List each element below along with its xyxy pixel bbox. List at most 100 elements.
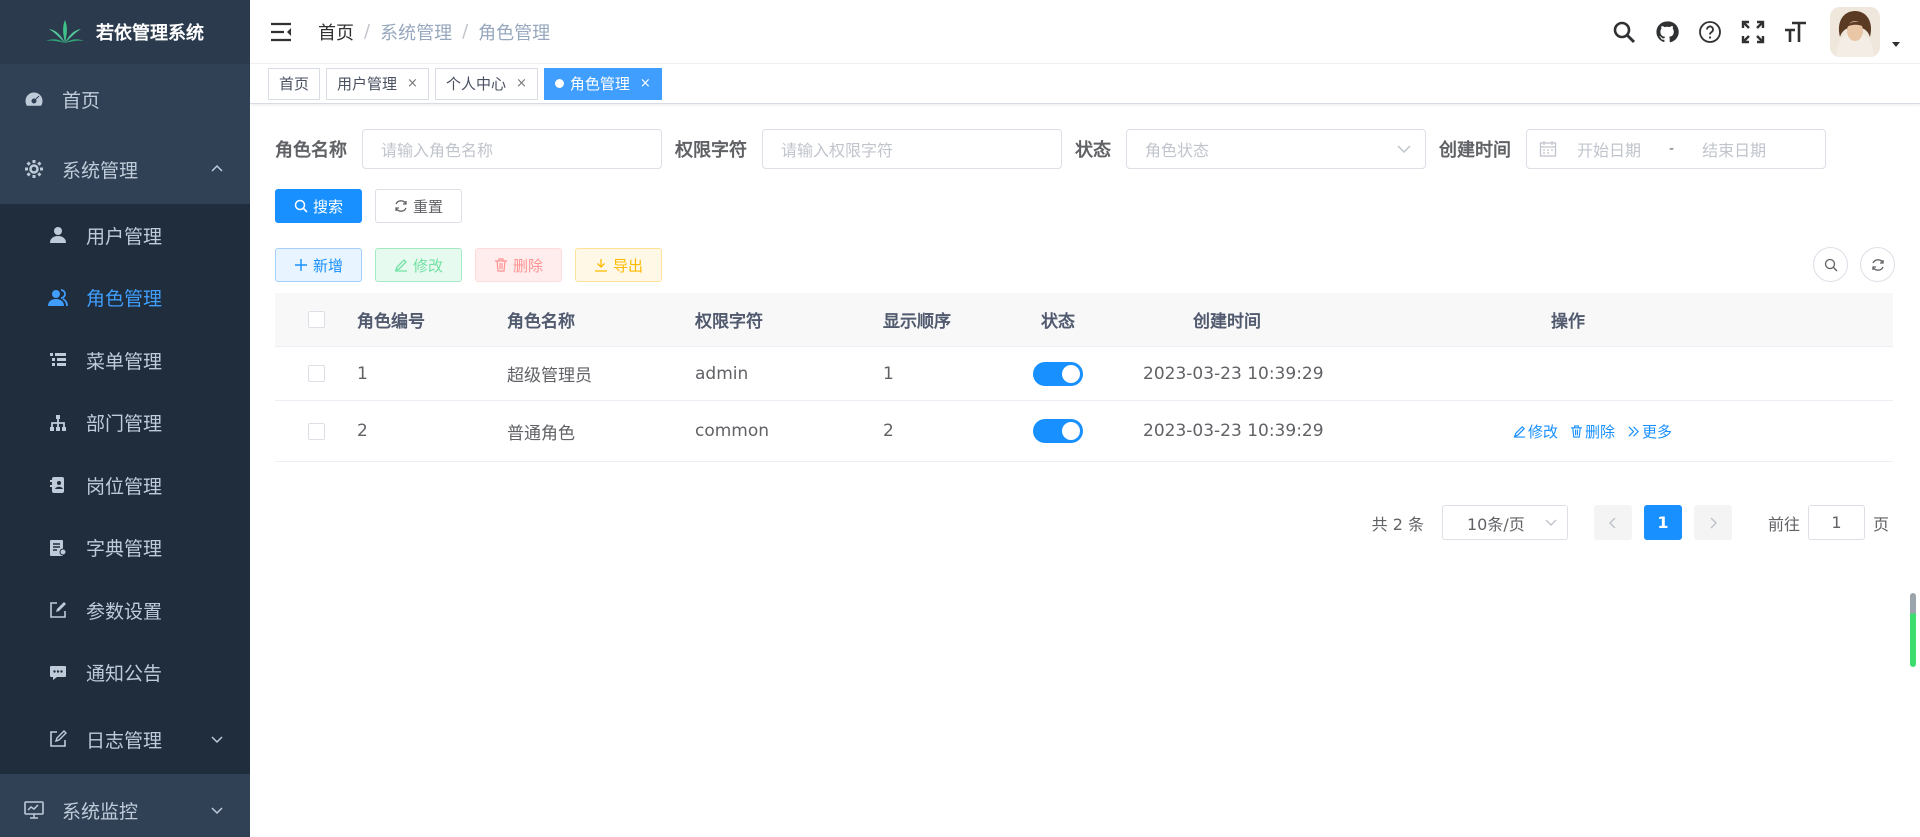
cell-key: common [695, 421, 770, 441]
edit-icon [48, 600, 68, 620]
role-key-input[interactable]: 请输入权限字符 [762, 129, 1062, 169]
post-icon [48, 475, 68, 495]
edit-button[interactable]: 修改 [375, 248, 463, 282]
cell-status [1033, 419, 1143, 443]
status-label: 状态 [1075, 140, 1111, 161]
status-switch[interactable] [1033, 419, 1083, 443]
row-checkbox[interactable] [307, 422, 325, 440]
search-icon[interactable] [1611, 19, 1637, 45]
chevron-right-icon [1710, 516, 1718, 529]
breadcrumb-separator: / [462, 21, 469, 42]
select-all-checkbox[interactable] [307, 311, 325, 328]
edit-icon [394, 259, 408, 272]
sidebar-item-notice[interactable]: 通知公告 [0, 642, 250, 705]
sidebar-item-label: 部门管理 [86, 413, 163, 436]
logo: 若依管理系统 [0, 0, 250, 64]
sidebar-item-config[interactable]: 参数设置 [0, 579, 250, 642]
chevron-down-icon [211, 807, 223, 815]
status-placeholder: 角色状态 [1145, 141, 1210, 160]
page-size-select[interactable]: 10条/页 [1441, 505, 1568, 540]
search-button[interactable]: 搜索 [275, 189, 363, 223]
cell-key: admin [695, 363, 749, 384]
caret-down-icon[interactable] [1890, 38, 1902, 50]
breadcrumb-home[interactable]: 首页 [318, 19, 354, 45]
delete-button-label: 删除 [513, 256, 544, 275]
sidebar-item-menus[interactable]: 菜单管理 [0, 329, 250, 392]
download-icon [595, 259, 608, 272]
start-date-input[interactable]: 开始日期 [1577, 137, 1641, 161]
pagination-total: 共 2 条 [1371, 514, 1424, 534]
refresh-table-button[interactable] [1860, 247, 1895, 282]
toggle-search-button[interactable] [1813, 247, 1848, 282]
delete-button[interactable]: 删除 [475, 248, 563, 282]
right-menu [1611, 0, 1920, 64]
user-icon [48, 225, 68, 245]
row-delete-label: 删除 [1585, 422, 1616, 441]
navbar: 首页 / 系统管理 / 角色管理 [250, 0, 1920, 64]
next-page-button[interactable] [1693, 505, 1732, 540]
sidebar-item-home[interactable]: 首页 [0, 64, 250, 134]
fullscreen-icon[interactable] [1740, 19, 1766, 45]
status-select[interactable]: 角色状态 [1126, 129, 1426, 169]
scrollbar[interactable] [1910, 593, 1916, 667]
page-number-button[interactable]: 1 [1643, 505, 1682, 540]
row-edit-link[interactable]: 修改 [1513, 421, 1558, 442]
sidebar-item-label: 通知公告 [86, 663, 163, 686]
app-title: 若依管理系统 [96, 23, 204, 44]
refresh-icon [1871, 258, 1884, 271]
tags-view: 首页 用户管理 × 个人中心 × 角色管理 × [250, 64, 1920, 104]
row-check-cell [275, 365, 357, 382]
cell-created: 2023-03-23 10:39:29 [1143, 421, 1324, 441]
export-button[interactable]: 导出 [575, 248, 663, 282]
end-date-input[interactable]: 结束日期 [1702, 137, 1766, 161]
sidebar-item-label: 系统管理 [62, 159, 139, 182]
chevron-down-icon [1397, 145, 1411, 154]
role-name-input[interactable]: 请输入角色名称 [362, 129, 662, 169]
tag-users[interactable]: 用户管理 × [326, 67, 429, 100]
sidebar-item-depts[interactable]: 部门管理 [0, 392, 250, 455]
avatar[interactable] [1830, 7, 1880, 57]
reset-button-label: 重置 [413, 197, 444, 216]
add-button[interactable]: 新增 [275, 248, 363, 282]
sidebar-item-monitor[interactable]: 系统监控 [0, 774, 250, 837]
dict-icon [48, 538, 68, 558]
tag-roles[interactable]: 角色管理 × [543, 67, 662, 100]
logo-icon [46, 20, 84, 43]
close-icon[interactable]: × [407, 76, 418, 91]
sidebar-item-logs[interactable]: 日志管理 [0, 704, 250, 774]
header-ops: 操作 [1551, 312, 1585, 332]
close-icon[interactable]: × [516, 76, 527, 91]
breadcrumb-separator: / [364, 21, 371, 42]
tag-label: 用户管理 [337, 75, 398, 93]
status-switch[interactable] [1033, 361, 1083, 386]
question-icon[interactable] [1697, 19, 1723, 45]
sidebar-item-label: 参数设置 [86, 600, 163, 623]
font-size-icon[interactable] [1783, 19, 1809, 45]
reset-button[interactable]: 重置 [375, 189, 463, 223]
row-checkbox[interactable] [307, 365, 325, 382]
sidebar-item-dict[interactable]: 字典管理 [0, 517, 250, 580]
date-range-picker[interactable]: 开始日期 - 结束日期 [1526, 129, 1826, 169]
tag-home[interactable]: 首页 [268, 67, 321, 100]
search-form: 角色名称 请输入角色名称 权限字符 请输入权限字符 状态 角色状态 创建时间 开… [275, 129, 1895, 169]
tag-profile[interactable]: 个人中心 × [434, 67, 538, 100]
sidebar-item-posts[interactable]: 岗位管理 [0, 454, 250, 517]
close-icon[interactable]: × [640, 76, 651, 91]
goto-prefix: 前往 [1767, 514, 1800, 534]
hamburger-icon[interactable] [270, 22, 292, 42]
github-icon[interactable] [1654, 19, 1680, 45]
sidebar-item-users[interactable]: 用户管理 [0, 204, 250, 267]
search-icon [294, 199, 308, 213]
sidebar-item-roles[interactable]: 角色管理 [0, 267, 250, 330]
row-delete-link[interactable]: 删除 [1570, 421, 1615, 442]
header-id: 角色编号 [357, 312, 425, 332]
cell-name: 普通角色 [507, 423, 575, 444]
table-header: 角色编号 角色名称 权限字符 显示顺序 状态 创建时间 操作 [275, 293, 1893, 347]
goto-page-input[interactable]: 1 [1807, 505, 1865, 540]
table-row: 1 超级管理员 admin 1 2023-03-23 10:39:29 [275, 347, 1893, 401]
sidebar-item-label: 菜单管理 [86, 350, 163, 373]
row-more-link[interactable]: 更多 [1627, 421, 1672, 442]
sidebar-item-system[interactable]: 系统管理 [0, 134, 250, 204]
cell-sort: 1 [883, 363, 894, 384]
prev-page-button[interactable] [1593, 505, 1632, 540]
